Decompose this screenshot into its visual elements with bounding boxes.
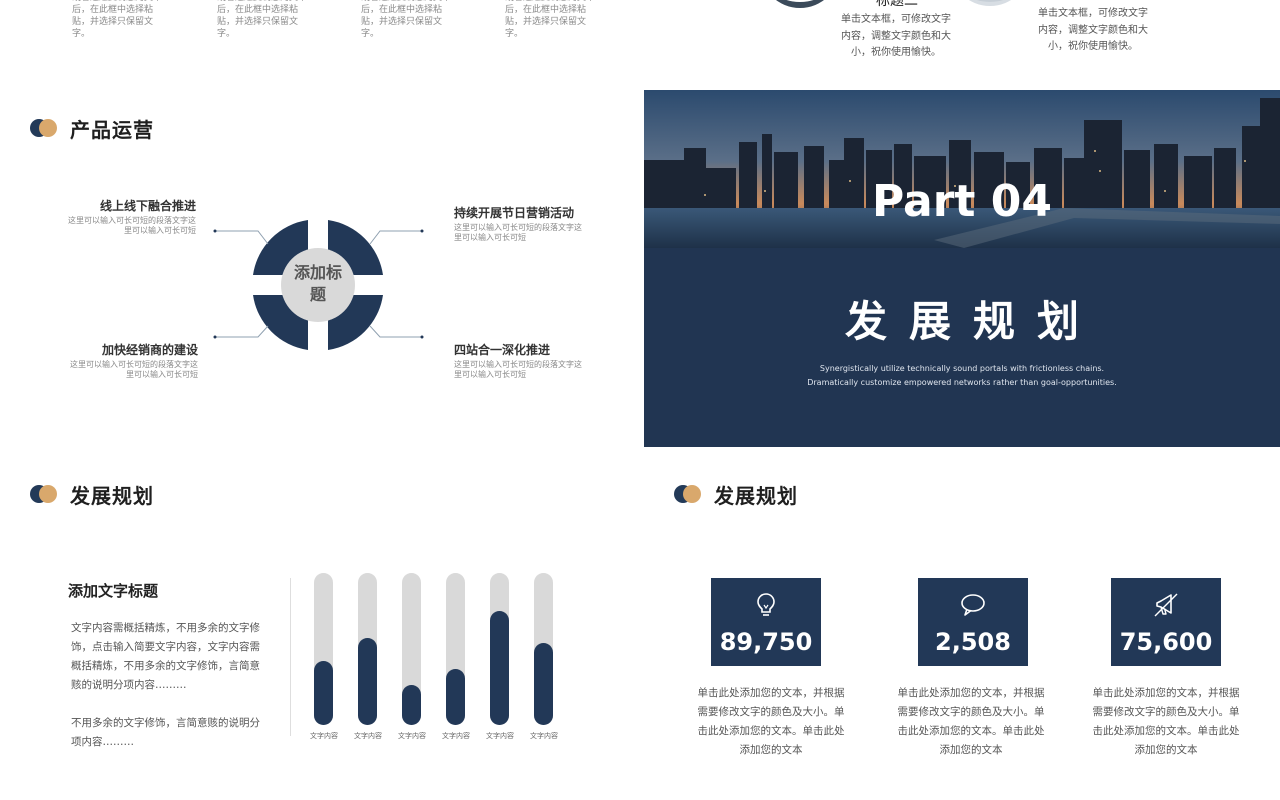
bar-fill-5 bbox=[490, 611, 509, 725]
bar-track-6 bbox=[534, 573, 553, 725]
header-dots-icon bbox=[30, 485, 58, 503]
top-desc-right: 单击文本框，可修改文字内容，调整文字颜色和大小，祝你使用愉快。 bbox=[1038, 8, 1148, 52]
chart-heading: 添加文字标题 bbox=[68, 582, 159, 600]
section-title: 发展规划 bbox=[714, 483, 798, 508]
top-image-circle-left bbox=[760, 0, 840, 8]
section-title: 发展规划 bbox=[70, 483, 154, 508]
chart-paragraph-2: 不用多余的文字修饰，言简意赅的说明分项内容……… bbox=[71, 717, 260, 748]
header-dots-icon bbox=[674, 485, 702, 503]
part-panel: Part 04 发展规划 Synergistically utilize tec… bbox=[644, 90, 1280, 447]
stat-value-2: 2,508 bbox=[935, 628, 1011, 656]
megaphone-icon bbox=[1154, 593, 1178, 617]
op-item-title-2: 持续开展节日营销活动 bbox=[454, 206, 575, 220]
bar-track-5 bbox=[490, 573, 509, 725]
top-note-3: 或者通过复制您的文本后，在此框中选择粘贴，并选择只保留文字。 bbox=[361, 0, 451, 39]
stat-card-3: 75,600 bbox=[1111, 578, 1221, 666]
op-item-desc-4: 这里可以输入可长可短的段落文字这里可以输入可长可短 bbox=[454, 360, 582, 379]
part-heading: 发展规划 bbox=[844, 297, 1101, 346]
stat-card-2: 2,508 bbox=[918, 578, 1028, 666]
section-header-dev-chart: 发展规划 bbox=[30, 479, 154, 509]
bar-fill-6 bbox=[534, 643, 553, 725]
bar-label-3: 文字内容 bbox=[398, 732, 426, 740]
top-image-circle-right bbox=[950, 0, 1030, 6]
stat-desc-2: 单击此处添加您的文本，并根据需要修改文字的颜色及大小。单击此处添加您的文本。单击… bbox=[897, 687, 1045, 756]
top-note-1: 或者通过复制您的文本后，在此框中选择粘贴，并选择只保留文字。 bbox=[72, 0, 162, 39]
stat-desc-1: 单击此处添加您的文本，并根据需要修改文字的颜色及大小。单击此处添加您的文本。单击… bbox=[697, 687, 845, 756]
bar-fill-1 bbox=[314, 661, 333, 725]
stat-card-1: 89,750 bbox=[711, 578, 821, 666]
op-item-title-3: 加快经销商的建设 bbox=[101, 343, 198, 357]
bar-label-5: 文字内容 bbox=[486, 732, 514, 740]
bar-track-2 bbox=[358, 573, 377, 725]
top-desc-left: 单击文本框，可修改文字内容，调整文字颜色和大小，祝你使用愉快。 bbox=[841, 14, 951, 58]
speech-bubble-icon bbox=[961, 594, 985, 616]
bar-label-1: 文字内容 bbox=[310, 732, 338, 740]
op-item-desc-1: 这里可以输入可长可短的段落文字这里可以输入可长可短 bbox=[68, 216, 196, 235]
bar-track-3 bbox=[402, 573, 421, 725]
op-item-title-4: 四站合一深化推进 bbox=[454, 343, 551, 357]
chart-divider bbox=[290, 578, 291, 736]
bar-fill-3 bbox=[402, 685, 421, 725]
part-subtitle: Synergistically utilize technically soun… bbox=[807, 364, 1117, 387]
bar-fill-2 bbox=[358, 638, 377, 725]
ring-center-label: 添加标题 bbox=[293, 263, 342, 304]
op-item-desc-2: 这里可以输入可长可短的段落文字这里可以输入可长可短 bbox=[454, 223, 582, 242]
bar-fill-4 bbox=[446, 669, 465, 725]
op-item-desc-3: 这里可以输入可长可短的段落文字这里可以输入可长可短 bbox=[70, 360, 198, 379]
header-dots-icon bbox=[30, 119, 58, 137]
stat-desc-3: 单击此处添加您的文本，并根据需要修改文字的颜色及大小。单击此处添加您的文本。单击… bbox=[1092, 687, 1240, 756]
bar-track-1 bbox=[314, 573, 333, 725]
section-header-dev-stats: 发展规划 bbox=[674, 479, 798, 509]
bar-label-6: 文字内容 bbox=[530, 732, 558, 740]
top-title-two: 标题二 bbox=[876, 0, 918, 9]
stat-value-3: 75,600 bbox=[1119, 628, 1213, 656]
lightbulb-icon bbox=[757, 593, 775, 616]
bar-label-4: 文字内容 bbox=[442, 732, 470, 740]
op-item-title-1: 线上线下融合推进 bbox=[99, 199, 196, 213]
section-title: 产品运营 bbox=[70, 117, 154, 142]
section-header-product-ops: 产品运营 bbox=[30, 113, 154, 143]
bar-label-2: 文字内容 bbox=[354, 732, 382, 740]
top-note-4: 或者通过复制您的文本后，在此框中选择粘贴，并选择只保留文字。 bbox=[505, 0, 595, 39]
part-title: Part 04 bbox=[871, 176, 1053, 227]
chart-paragraph-1: 文字内容需概括精炼，不用多余的文字修饰，点击输入简要文字内容，文字内容需概括精炼… bbox=[71, 622, 260, 691]
bar-track-4 bbox=[446, 573, 465, 725]
stat-value-1: 89,750 bbox=[719, 628, 813, 656]
top-note-2: 或者通过复制您的文本后，在此框中选择粘贴，并选择只保留文字。 bbox=[217, 0, 307, 39]
